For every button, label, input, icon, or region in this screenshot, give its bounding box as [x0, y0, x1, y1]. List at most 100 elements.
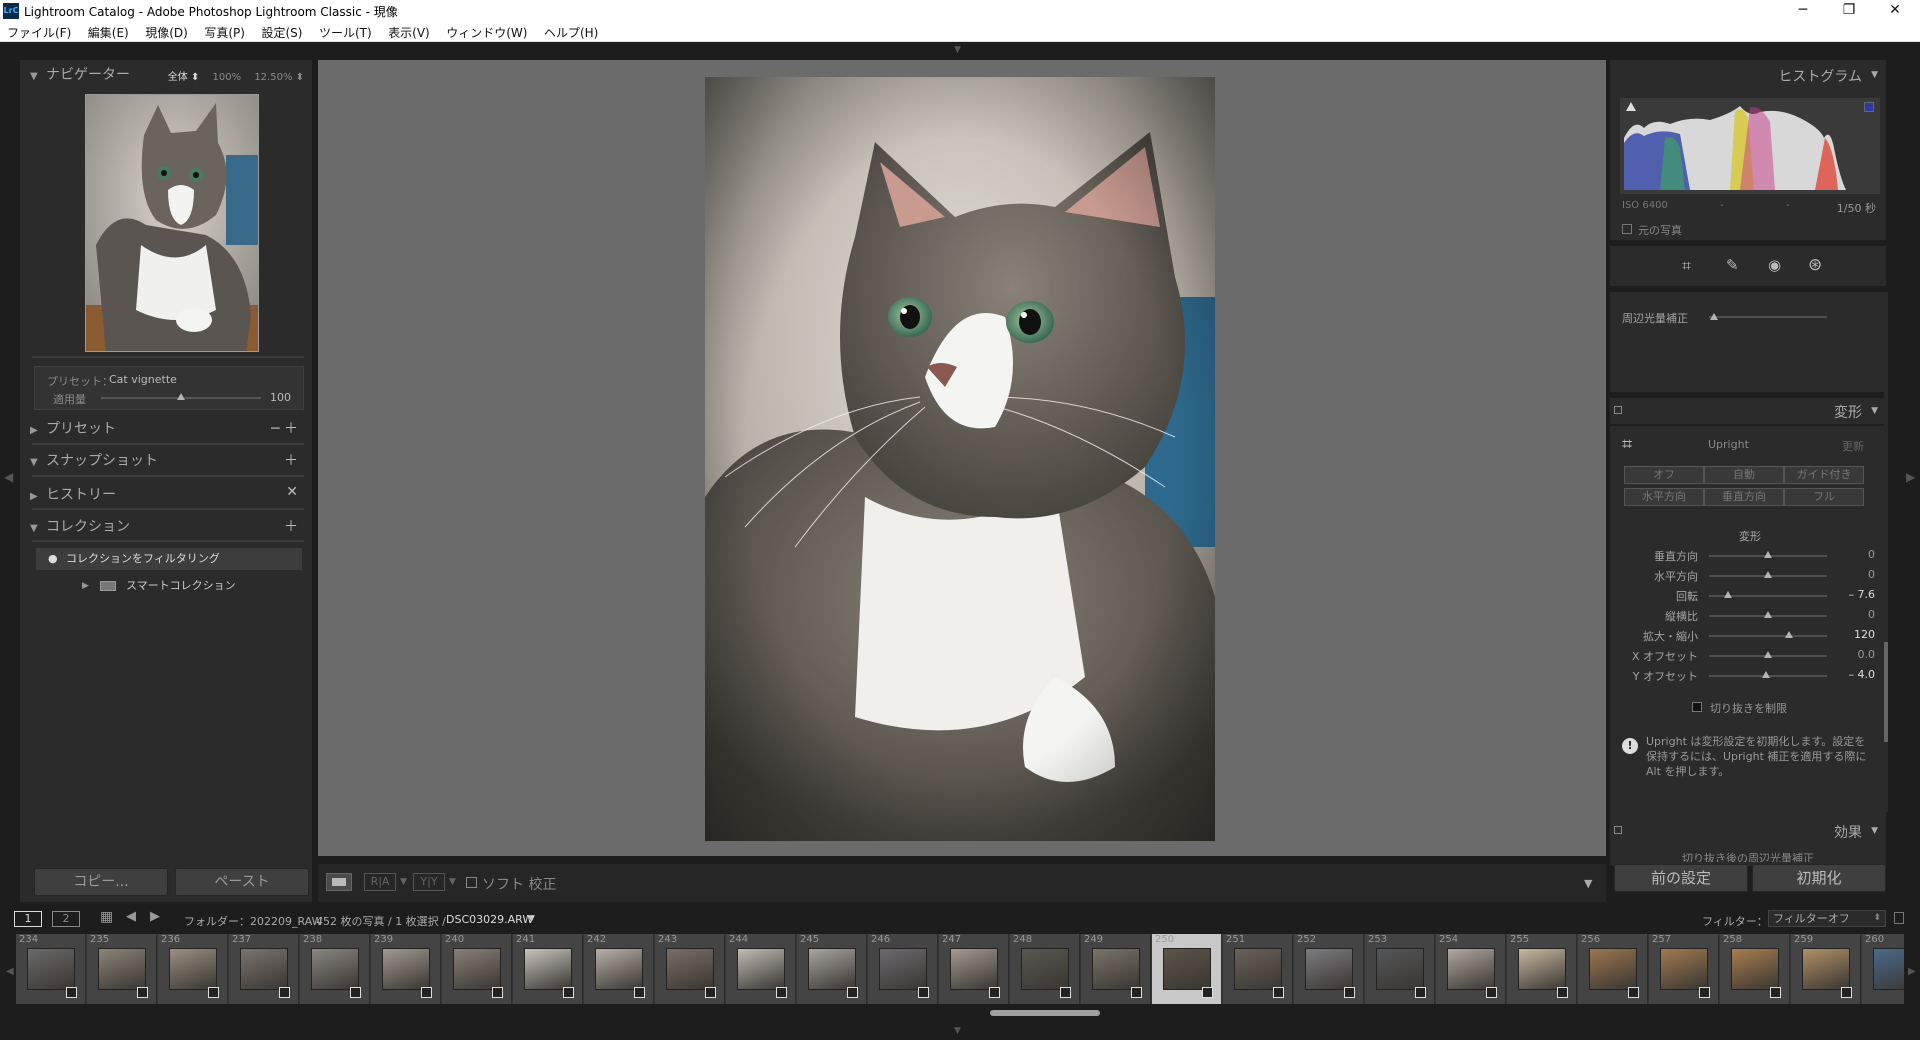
navigator-preview[interactable] [85, 94, 259, 352]
red-eye-tool-icon[interactable]: ◉ [1768, 256, 1781, 274]
top-panel-toggle-strip[interactable]: ▼ [0, 42, 1920, 60]
filmstrip-thumbnail[interactable]: 245 [797, 934, 867, 1004]
toolbar-menu-icon[interactable]: ▼ [1584, 877, 1592, 890]
filmstrip-thumbnail[interactable]: 251 [1223, 934, 1293, 1004]
back-arrow-icon[interactable]: ◀ [126, 909, 136, 924]
menu-help[interactable]: ヘルプ(H) [537, 22, 604, 41]
previous-settings-button[interactable]: 前の設定 [1614, 864, 1748, 892]
panel-toggle-icon[interactable] [1614, 826, 1622, 834]
transform-slider-knob[interactable] [1761, 671, 1770, 678]
add-collection-icon[interactable]: ＋ [284, 516, 298, 536]
transform-slider-knob[interactable] [1723, 591, 1732, 598]
menu-file[interactable]: ファイル(F) [0, 22, 77, 41]
transform-slider-value[interactable]: 120 [1815, 628, 1875, 641]
healing-tool-icon[interactable]: ✎ [1726, 256, 1739, 274]
copy-button[interactable]: コピー... [34, 868, 168, 896]
amount-slider-knob[interactable] [177, 393, 185, 400]
transform-header[interactable]: 変形 ▼ [1610, 398, 1886, 424]
collection-filter-field[interactable]: ● コレクションをフィルタリング [36, 548, 302, 570]
transform-slider-knob[interactable] [1785, 631, 1794, 638]
collections-section-header[interactable]: ▼ コレクション ＋ [30, 516, 304, 540]
collapse-arrow-icon[interactable]: ▼ [1871, 826, 1878, 836]
crop-tool-icon[interactable]: ⌗ [1682, 256, 1691, 276]
menu-tools[interactable]: ツール(T) [312, 22, 378, 41]
dropdown-arrow-icon[interactable]: ▼ [449, 877, 456, 887]
right-panel-toggle-icon[interactable]: ▶ [1906, 470, 1915, 484]
zoom-fit[interactable]: 全体 ⬍ [168, 72, 200, 83]
filmstrip-thumbnail[interactable]: 254 [1436, 934, 1506, 1004]
upright-full-button[interactable]: フル [1784, 488, 1864, 506]
dropdown-arrow-icon[interactable]: ▼ [400, 877, 407, 887]
filmstrip-thumbnail[interactable]: 253 [1365, 934, 1435, 1004]
presets-section-header[interactable]: ▶ プリセット ─ ＋ [30, 418, 304, 442]
effects-header[interactable]: 効果 ▼ [1610, 818, 1886, 844]
clear-history-icon[interactable]: ✕ [286, 484, 298, 500]
filmstrip-scroll-right-icon[interactable]: ▶ [1908, 966, 1916, 977]
upright-auto-button[interactable]: 自動 [1704, 466, 1784, 484]
menu-window[interactable]: ウィンドウ(W) [439, 22, 533, 41]
zoom-custom[interactable]: 12.50% ⬍ [254, 72, 304, 83]
filmstrip-thumbnail[interactable]: 238 [300, 934, 370, 1004]
transform-slider-knob[interactable] [1764, 651, 1772, 658]
upright-crop-icon[interactable]: ⌗ [1622, 434, 1632, 455]
filter-lock-icon[interactable] [1894, 912, 1904, 924]
menu-view[interactable]: 表示(V) [381, 22, 436, 41]
filmstrip-thumbnail[interactable]: 260 [1862, 934, 1904, 1004]
filmstrip-thumbnail[interactable]: 246 [868, 934, 938, 1004]
expand-arrow-icon[interactable]: ▶ [82, 575, 89, 597]
transform-slider-value[interactable]: 0 [1815, 548, 1875, 561]
upright-off-button[interactable]: オフ [1624, 466, 1704, 484]
smart-collection-item[interactable]: ▶ スマートコレクション [36, 575, 302, 597]
before-after-lr-button[interactable]: R|A [364, 873, 396, 891]
folder-label[interactable]: フォルダー：202209_RAW [184, 913, 323, 929]
filmstrip-thumbnail[interactable]: 239 [371, 934, 441, 1004]
amount-value[interactable]: 100 [270, 391, 291, 404]
transform-slider-value[interactable]: 0 [1815, 568, 1875, 581]
add-snapshot-icon[interactable]: ＋ [284, 450, 298, 470]
filmstrip-thumbnail[interactable]: 243 [655, 934, 725, 1004]
histogram-chart[interactable] [1620, 98, 1880, 194]
transform-slider-value[interactable]: – 4.0 [1815, 668, 1876, 681]
menu-edit[interactable]: 編集(E) [81, 22, 135, 41]
filmstrip-thumbnail[interactable]: 237 [229, 934, 299, 1004]
close-icon[interactable]: ✕ [1872, 0, 1918, 22]
filmstrip-thumbnail[interactable]: 241 [513, 934, 583, 1004]
transform-slider-value[interactable]: – 7.6 [1815, 588, 1876, 601]
dropdown-arrow-icon[interactable]: ⬍ [1873, 911, 1881, 926]
minimize-icon[interactable]: ─ [1780, 0, 1826, 22]
filmstrip-thumbnail[interactable]: 258 [1720, 934, 1790, 1004]
main-photo[interactable] [705, 77, 1215, 841]
filmstrip-thumbnail[interactable]: 235 [87, 934, 157, 1004]
window-2-button[interactable]: 2 [52, 911, 80, 927]
transform-slider-value[interactable]: 0.0 [1815, 648, 1876, 661]
filmstrip-thumbnail[interactable]: 259 [1791, 934, 1861, 1004]
left-panel-toggle-icon[interactable]: ◀ [4, 470, 13, 484]
grid-view-icon[interactable]: ▦ [100, 909, 113, 925]
window-1-button[interactable]: 1 [14, 911, 42, 927]
soft-proof-checkbox[interactable] [466, 877, 477, 888]
masking-tool-icon[interactable]: ⊛ [1808, 255, 1822, 275]
filmstrip-thumbnail[interactable]: 256 [1578, 934, 1648, 1004]
menu-photo[interactable]: 写真(P) [197, 22, 251, 41]
forward-arrow-icon[interactable]: ▶ [150, 909, 160, 924]
filmstrip-thumbnail[interactable]: 255 [1507, 934, 1577, 1004]
filmstrip-thumbnail[interactable]: 236 [158, 934, 228, 1004]
collapse-arrow-icon[interactable]: ▼ [1871, 70, 1878, 80]
filmstrip-thumbnail[interactable]: 244 [726, 934, 796, 1004]
filmstrip-thumbnail[interactable]: 247 [939, 934, 1009, 1004]
collapse-arrow-icon[interactable]: ▼ [30, 457, 46, 468]
original-photo-checkbox[interactable] [1622, 224, 1632, 234]
panel-toggle-icon[interactable] [1614, 406, 1622, 414]
vignette-slider-track[interactable] [1709, 316, 1827, 318]
filmstrip-thumbnail[interactable]: 250 [1152, 934, 1222, 1004]
reset-button[interactable]: 初期化 [1752, 864, 1886, 892]
filmstrip-thumbnail[interactable]: 257 [1649, 934, 1719, 1004]
upright-level-button[interactable]: 水平方向 [1624, 488, 1704, 506]
snapshots-section-header[interactable]: ▼ スナップショット ＋ [30, 450, 304, 474]
filmstrip-scroll-left-icon[interactable]: ◀ [6, 966, 14, 977]
paste-button[interactable]: ペースト [175, 868, 309, 896]
scrollbar-thumb[interactable] [1884, 642, 1888, 742]
presets-add-remove-icons[interactable]: ─ ＋ [271, 418, 298, 438]
transform-slider-value[interactable]: 0 [1815, 608, 1875, 621]
collapse-arrow-icon[interactable]: ▼ [30, 71, 46, 82]
